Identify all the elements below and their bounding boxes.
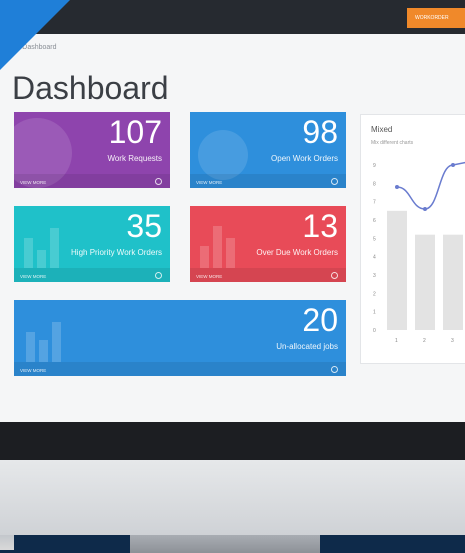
x-tick-label: 1 xyxy=(395,338,398,344)
decorative-bars xyxy=(24,228,59,268)
tile-footer xyxy=(14,362,346,376)
panel-subtitle: Mix different charts xyxy=(371,140,414,146)
decorative-bars xyxy=(26,322,61,362)
y-tick-label: 5 xyxy=(373,236,376,242)
chart-bar xyxy=(415,234,435,330)
workorder-button[interactable]: WORKORDER xyxy=(407,8,465,28)
view-more-link[interactable]: VIEW MORE xyxy=(20,368,46,373)
view-more-link[interactable]: VIEW MORE xyxy=(20,180,46,185)
view-more-link[interactable]: VIEW MORE xyxy=(196,274,222,279)
y-tick-label: 8 xyxy=(373,181,376,187)
y-tick-label: 1 xyxy=(373,310,376,316)
y-tick-label: 7 xyxy=(373,200,376,206)
y-tick-label: 9 xyxy=(373,163,376,169)
chart-bar xyxy=(443,234,463,330)
panel-title: Mixed xyxy=(371,125,393,134)
arrow-circle-icon xyxy=(331,366,338,373)
y-tick-label: 0 xyxy=(373,328,376,334)
tile-value: 20 xyxy=(302,302,338,338)
tile-unallocated-jobs[interactable]: 20 Un-allocated jobs VIEW MORE xyxy=(14,300,346,376)
chart-bar xyxy=(387,210,407,330)
tile-over-due[interactable]: 13 Over Due Work Orders VIEW MORE xyxy=(190,206,346,282)
arrow-circle-icon xyxy=(155,178,162,185)
chart-point xyxy=(423,207,427,211)
tile-value: 98 xyxy=(302,114,338,150)
y-tick-label: 2 xyxy=(373,291,376,297)
corner-accent xyxy=(0,0,70,70)
page-title: Dashboard xyxy=(12,70,169,106)
chart-point xyxy=(395,185,399,189)
tile-label: Un-allocated jobs xyxy=(276,342,338,351)
monitor-stand xyxy=(130,535,320,553)
decorative-bars xyxy=(200,226,235,268)
arrow-circle-icon xyxy=(155,272,162,279)
tile-value: 13 xyxy=(302,208,338,244)
decorative-circle xyxy=(198,130,248,180)
dashboard-screen: ‹ Dashboard Dashboard 107 Work Requests … xyxy=(0,34,465,422)
view-more-link[interactable]: VIEW MORE xyxy=(196,180,222,185)
tile-label: Over Due Work Orders xyxy=(256,248,338,257)
tile-value: 107 xyxy=(108,114,162,150)
x-tick-label: 2 xyxy=(423,338,426,344)
chart-point xyxy=(451,163,455,167)
tile-label: Work Requests xyxy=(107,154,162,163)
tile-label: Open Work Orders xyxy=(271,154,338,163)
arrow-circle-icon xyxy=(331,272,338,279)
monitor-chin xyxy=(0,460,465,535)
view-more-link[interactable]: VIEW MORE xyxy=(20,274,46,279)
x-tick-label: 3 xyxy=(451,338,454,344)
y-tick-label: 4 xyxy=(373,255,376,261)
tile-label: High Priority Work Orders xyxy=(71,248,162,257)
tile-value: 35 xyxy=(126,208,162,244)
monitor: WORKORDER ‹ Dashboard Dashboard 107 Work… xyxy=(0,0,465,553)
arrow-circle-icon xyxy=(331,178,338,185)
mixed-chart: 0 1 2 3 4 5 6 7 8 9 1 2 3 xyxy=(373,161,465,344)
chart-line xyxy=(396,161,465,210)
tile-high-priority[interactable]: 35 High Priority Work Orders VIEW MORE xyxy=(14,206,170,282)
tile-open-work-orders[interactable]: 98 Open Work Orders VIEW MORE xyxy=(190,112,346,188)
tile-work-requests[interactable]: 107 Work Requests VIEW MORE xyxy=(14,112,170,188)
y-tick-label: 6 xyxy=(373,218,376,224)
y-tick-label: 3 xyxy=(373,273,376,279)
mixed-chart-panel: Mixed Mix different charts 0 1 2 3 4 5 6 7 8 9 1 2 3 xyxy=(360,114,465,364)
monitor-bezel xyxy=(0,422,465,460)
